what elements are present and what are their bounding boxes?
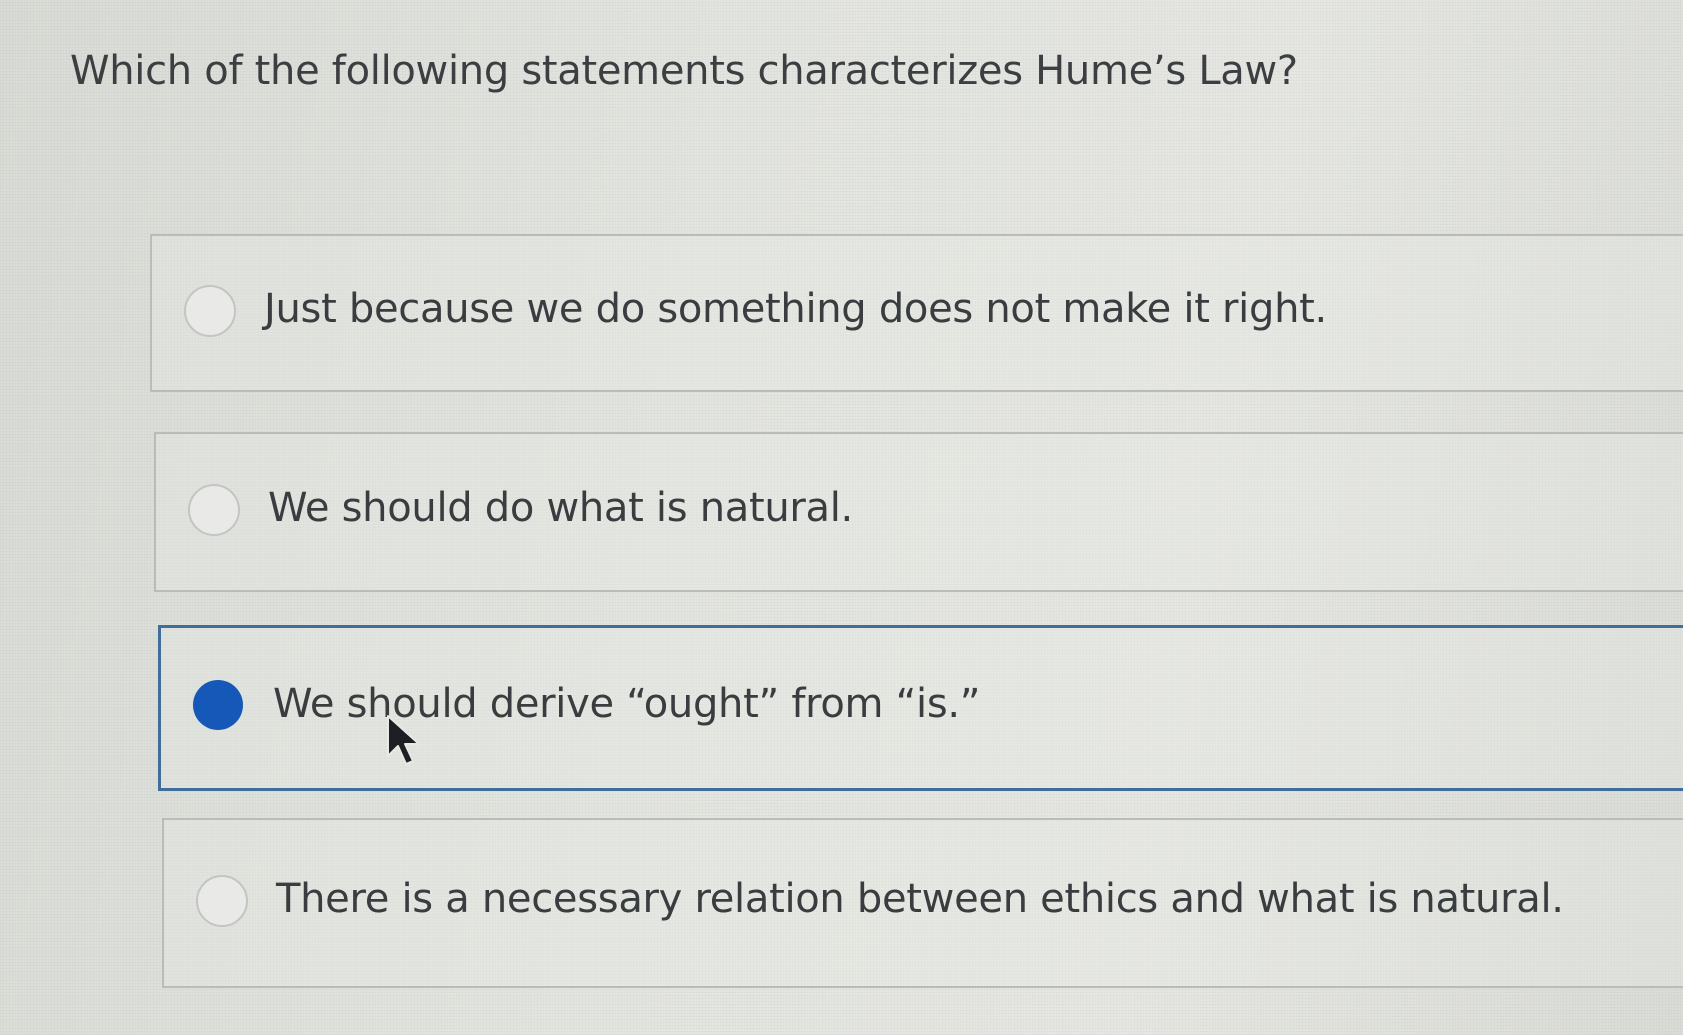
radio-button-icon[interactable] <box>184 285 236 337</box>
answer-option-label: There is a necessary relation between et… <box>276 876 1564 922</box>
answer-option-label: Just because we do something does not ma… <box>264 286 1327 332</box>
mouse-pointer-icon <box>387 715 420 765</box>
answer-option-label: We should derive “ought” from “is.” <box>273 681 981 727</box>
radio-button-selected-icon[interactable] <box>193 680 243 730</box>
quiz-screen: Which of the following statements charac… <box>0 0 1683 1035</box>
answer-option-2[interactable]: We should do what is natural. <box>154 432 1683 592</box>
radio-button-icon[interactable] <box>188 484 240 536</box>
answer-option-label: We should do what is natural. <box>268 485 853 531</box>
answer-option-1[interactable]: Just because we do something does not ma… <box>150 234 1683 392</box>
radio-button-icon[interactable] <box>196 875 248 927</box>
question-text: Which of the following statements charac… <box>70 48 1298 94</box>
answer-option-4[interactable]: There is a necessary relation between et… <box>162 818 1683 988</box>
